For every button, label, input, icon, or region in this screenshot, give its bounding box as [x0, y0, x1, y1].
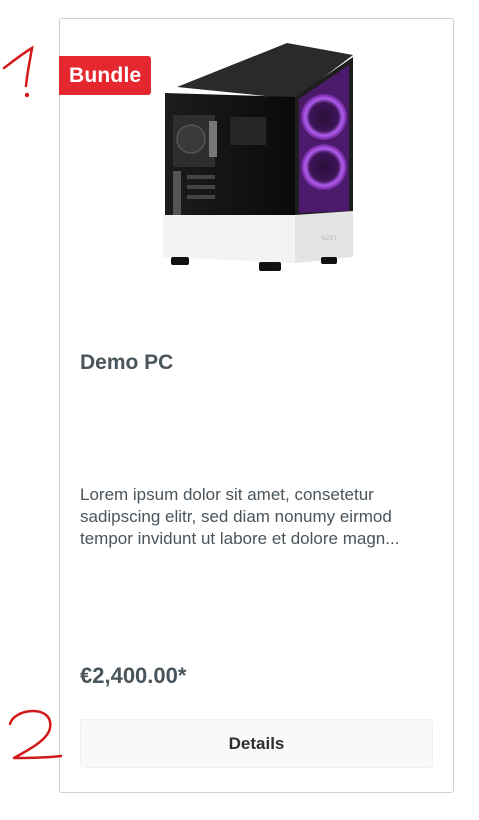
product-name[interactable]: Demo PC	[80, 351, 173, 375]
product-image[interactable]: NZXT	[155, 35, 360, 285]
case-logo-text: NZXT	[321, 235, 338, 242]
product-price: €2,400.00*	[80, 663, 187, 688]
details-button[interactable]: Details	[80, 719, 433, 768]
page: NZXT Bundle Demo PC Lorem ipsum dolor si…	[0, 0, 479, 820]
product-description: Lorem ipsum dolor sit amet, consetetur s…	[80, 485, 400, 548]
bundle-badge: Bundle	[59, 56, 152, 95]
annotation-number-1	[2, 45, 34, 98]
annotation-number-2	[8, 709, 63, 760]
